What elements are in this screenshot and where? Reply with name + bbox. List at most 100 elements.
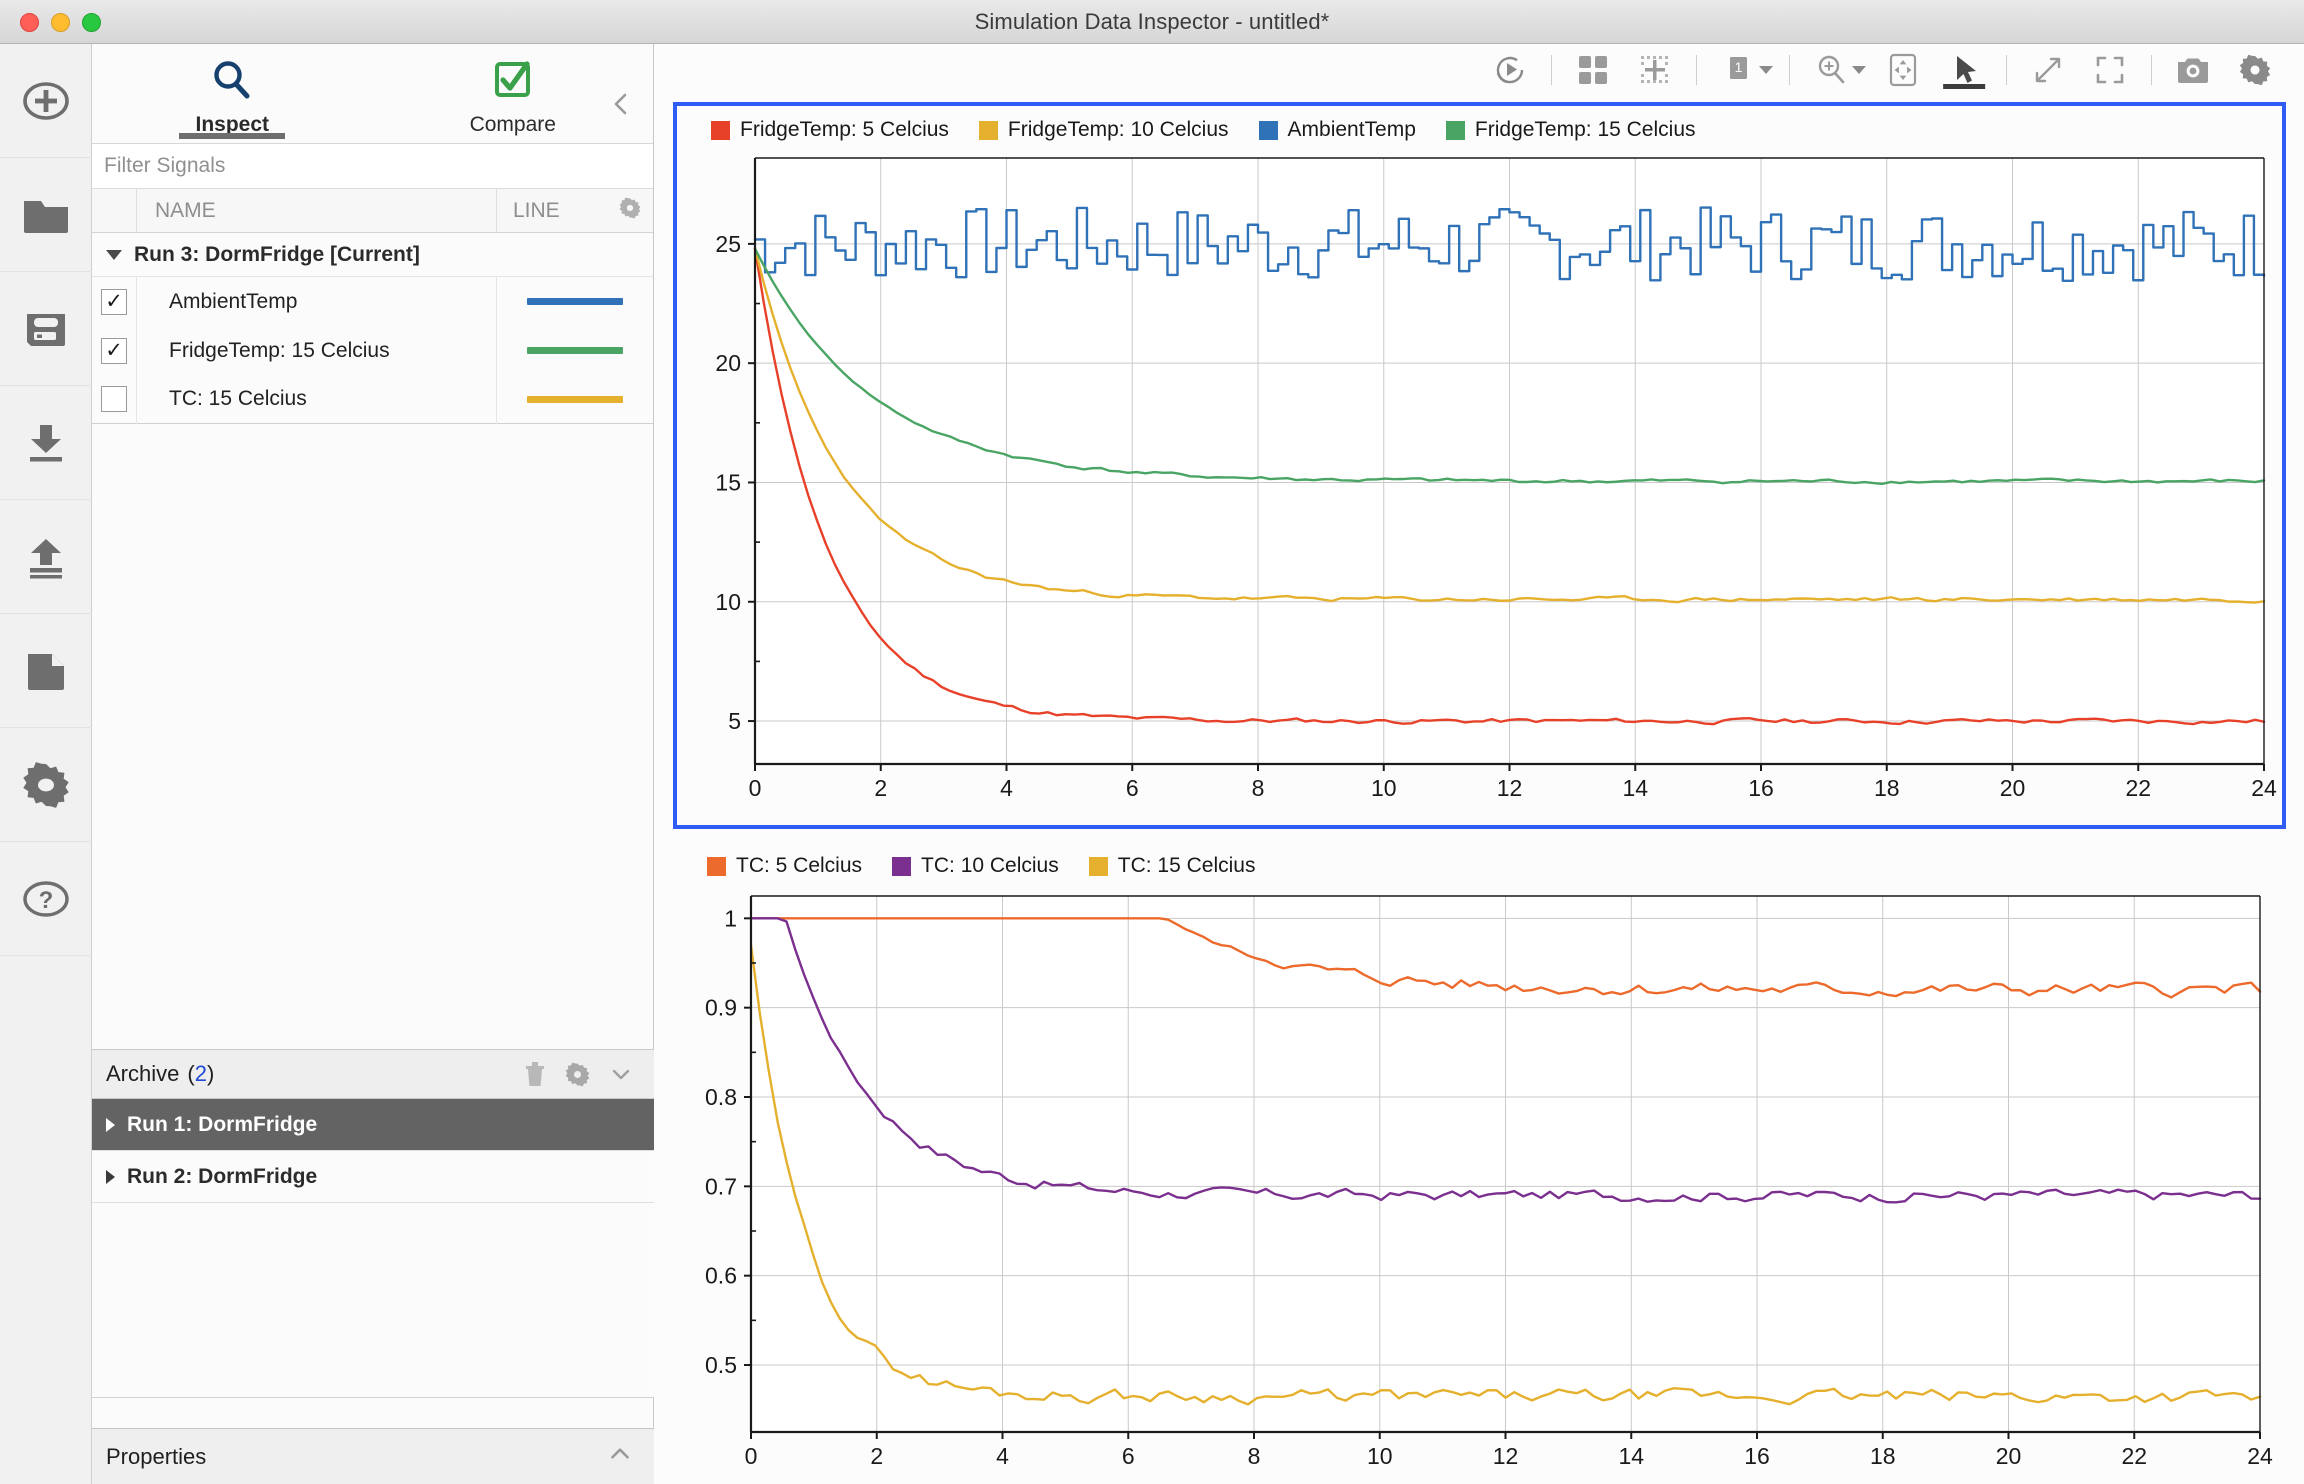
gear-icon[interactable]	[619, 197, 641, 225]
x-axis-tick-label: 24	[2247, 1443, 2273, 1469]
trash-icon[interactable]	[523, 1060, 547, 1088]
tab-inspect[interactable]: Inspect	[92, 44, 373, 143]
legend-item[interactable]: AmbientTemp	[1258, 118, 1416, 142]
window-controls[interactable]	[20, 13, 101, 32]
subplot-count-button[interactable]: 1	[1707, 44, 1769, 96]
chevron-down-icon[interactable]	[106, 249, 122, 260]
checkbox-unchecked-icon[interactable]	[101, 386, 127, 412]
report-icon[interactable]	[0, 614, 92, 728]
run-simulation-button[interactable]	[1479, 44, 1541, 96]
list-item[interactable]: TC: 15 Celcius	[92, 374, 653, 424]
x-axis-tick-label: 22	[2121, 1443, 2147, 1469]
legend-item[interactable]: FridgeTemp: 5 Celcius	[711, 118, 949, 142]
signal-checkbox[interactable]: ✓	[92, 277, 137, 326]
x-axis-tick-label: 20	[2000, 775, 2026, 801]
archive-run-row[interactable]: Run 1: DormFridge	[92, 1099, 654, 1151]
column-line-label: LINE	[513, 198, 560, 222]
run-group-label: Run 3: DormFridge [Current]	[134, 242, 420, 266]
list-item[interactable]: ✓ FridgeTemp: 15 Celcius	[92, 326, 653, 375]
x-axis-tick-label: 6	[1122, 1443, 1135, 1469]
x-axis-tick-label: 12	[1497, 775, 1523, 801]
legend-item[interactable]: TC: 15 Celcius	[1088, 854, 1255, 878]
settings-button[interactable]	[2224, 44, 2286, 96]
checkbox-check-icon	[490, 57, 536, 108]
window-title: Simulation Data Inspector - untitled*	[974, 8, 1330, 34]
toolbar-separator	[1789, 55, 1790, 85]
signal-table-header: NAME LINE	[92, 189, 653, 233]
archive-section: Archive (2) Run 1: DormFridge Run 2: Dor…	[92, 1049, 654, 1398]
minimize-window-button[interactable]	[51, 13, 70, 32]
properties-panel-header[interactable]: Properties	[92, 1428, 654, 1484]
plot-canvas-bottom[interactable]: 0.5 0.6 0.7 0.8 0.9 1 0 2 4 6 8 10 12 14 16 18 20 22 24	[673, 886, 2286, 1482]
new-run-icon[interactable]	[0, 44, 92, 158]
filter-signals-row[interactable]	[92, 144, 653, 189]
signal-line-swatch[interactable]	[497, 326, 653, 375]
archive-run-row[interactable]: Run 2: DormFridge	[92, 1151, 654, 1203]
checkbox-checked-icon[interactable]: ✓	[101, 288, 127, 315]
y-axis-tick-label: 15	[715, 469, 741, 495]
archive-header: Archive (2)	[92, 1049, 654, 1099]
legend-item[interactable]: TC: 5 Celcius	[707, 854, 862, 878]
subplot-count-value: 1	[1735, 59, 1743, 75]
fullscreen-button[interactable]	[2079, 44, 2141, 96]
import-icon[interactable]	[0, 386, 92, 500]
x-axis-tick-label: 14	[1622, 775, 1648, 801]
x-axis-tick-label: 4	[996, 1443, 1009, 1469]
save-icon[interactable]	[0, 272, 92, 386]
cursor-button[interactable]	[1934, 44, 1996, 96]
x-axis-tick-label: 6	[1126, 775, 1139, 801]
x-axis-tick-label: 2	[870, 1443, 883, 1469]
signal-checkbox[interactable]	[92, 374, 137, 424]
signal-line-swatch[interactable]	[497, 277, 653, 326]
y-axis-tick-label: 0.7	[705, 1173, 737, 1199]
left-icon-rail: ?	[0, 44, 92, 1484]
pan-button[interactable]	[1872, 44, 1934, 96]
close-window-button[interactable]	[20, 13, 39, 32]
chevron-right-icon[interactable]	[106, 1169, 115, 1184]
open-folder-icon[interactable]	[0, 158, 92, 272]
chart-panel-top[interactable]: FridgeTemp: 5 Celcius FridgeTemp: 10 Celc…	[673, 102, 2286, 829]
chevron-right-icon[interactable]	[106, 1117, 115, 1132]
plot-canvas-top[interactable]: 5 10 15 20 25 0 2 4 6 8 10 12 14 16 18 20 22 24	[677, 150, 2282, 810]
maximize-window-button[interactable]	[82, 13, 101, 32]
run-group-header[interactable]: Run 3: DormFridge [Current]	[92, 233, 653, 277]
chevron-left-icon[interactable]	[607, 90, 635, 118]
legend-color-swatch	[711, 120, 730, 140]
x-axis-tick-label: 20	[1996, 1443, 2022, 1469]
snapshot-button[interactable]	[2162, 44, 2224, 96]
chevron-up-icon[interactable]	[606, 1440, 634, 1474]
column-line-header: LINE	[497, 189, 653, 232]
legend-color-swatch	[978, 120, 998, 140]
toolbar-separator	[1551, 55, 1552, 85]
x-axis-tick-label: 0	[749, 775, 762, 801]
help-icon[interactable]: ?	[0, 842, 92, 956]
list-item[interactable]: ✓ AmbientTemp	[92, 277, 653, 326]
zoom-in-button[interactable]	[1800, 44, 1862, 96]
chevron-down-icon[interactable]	[608, 1061, 634, 1087]
signal-checkbox[interactable]: ✓	[92, 326, 137, 375]
checkbox-checked-icon[interactable]: ✓	[101, 337, 127, 364]
export-icon[interactable]	[0, 500, 92, 614]
gear-icon[interactable]	[0, 728, 92, 842]
toolbar-separator	[2006, 55, 2007, 85]
archive-empty-area	[92, 1203, 654, 1398]
active-tool-indicator	[1943, 84, 1986, 89]
layout-grid-button[interactable]	[1562, 44, 1624, 96]
legend-color-swatch	[1445, 120, 1465, 140]
fit-to-view-button[interactable]	[2017, 44, 2079, 96]
legend-item[interactable]: FridgeTemp: 15 Celcius	[1445, 118, 1696, 142]
subplot-layout-button[interactable]	[1624, 44, 1686, 96]
y-axis-tick-label: 0.9	[705, 995, 737, 1021]
chart-legend-bottom: TC: 5 Celcius TC: 10 Celcius TC: 15 Celciu…	[673, 842, 2286, 886]
legend-item[interactable]: TC: 10 Celcius	[892, 854, 1059, 878]
legend-item[interactable]: FridgeTemp: 10 Celcius	[978, 118, 1229, 142]
chart-panel-bottom[interactable]: TC: 5 Celcius TC: 10 Celcius TC: 15 Celciu…	[673, 842, 2286, 1484]
gear-icon[interactable]	[565, 1062, 590, 1087]
line-color-swatch	[527, 395, 623, 403]
signal-line-swatch[interactable]	[497, 375, 653, 424]
legend-label: TC: 10 Celcius	[921, 854, 1059, 877]
search-input[interactable]	[104, 154, 653, 178]
y-axis-tick-label: 0.8	[705, 1084, 737, 1110]
legend-label: FridgeTemp: 10 Celcius	[1007, 118, 1229, 141]
legend-label: FridgeTemp: 5 Celcius	[740, 118, 949, 141]
